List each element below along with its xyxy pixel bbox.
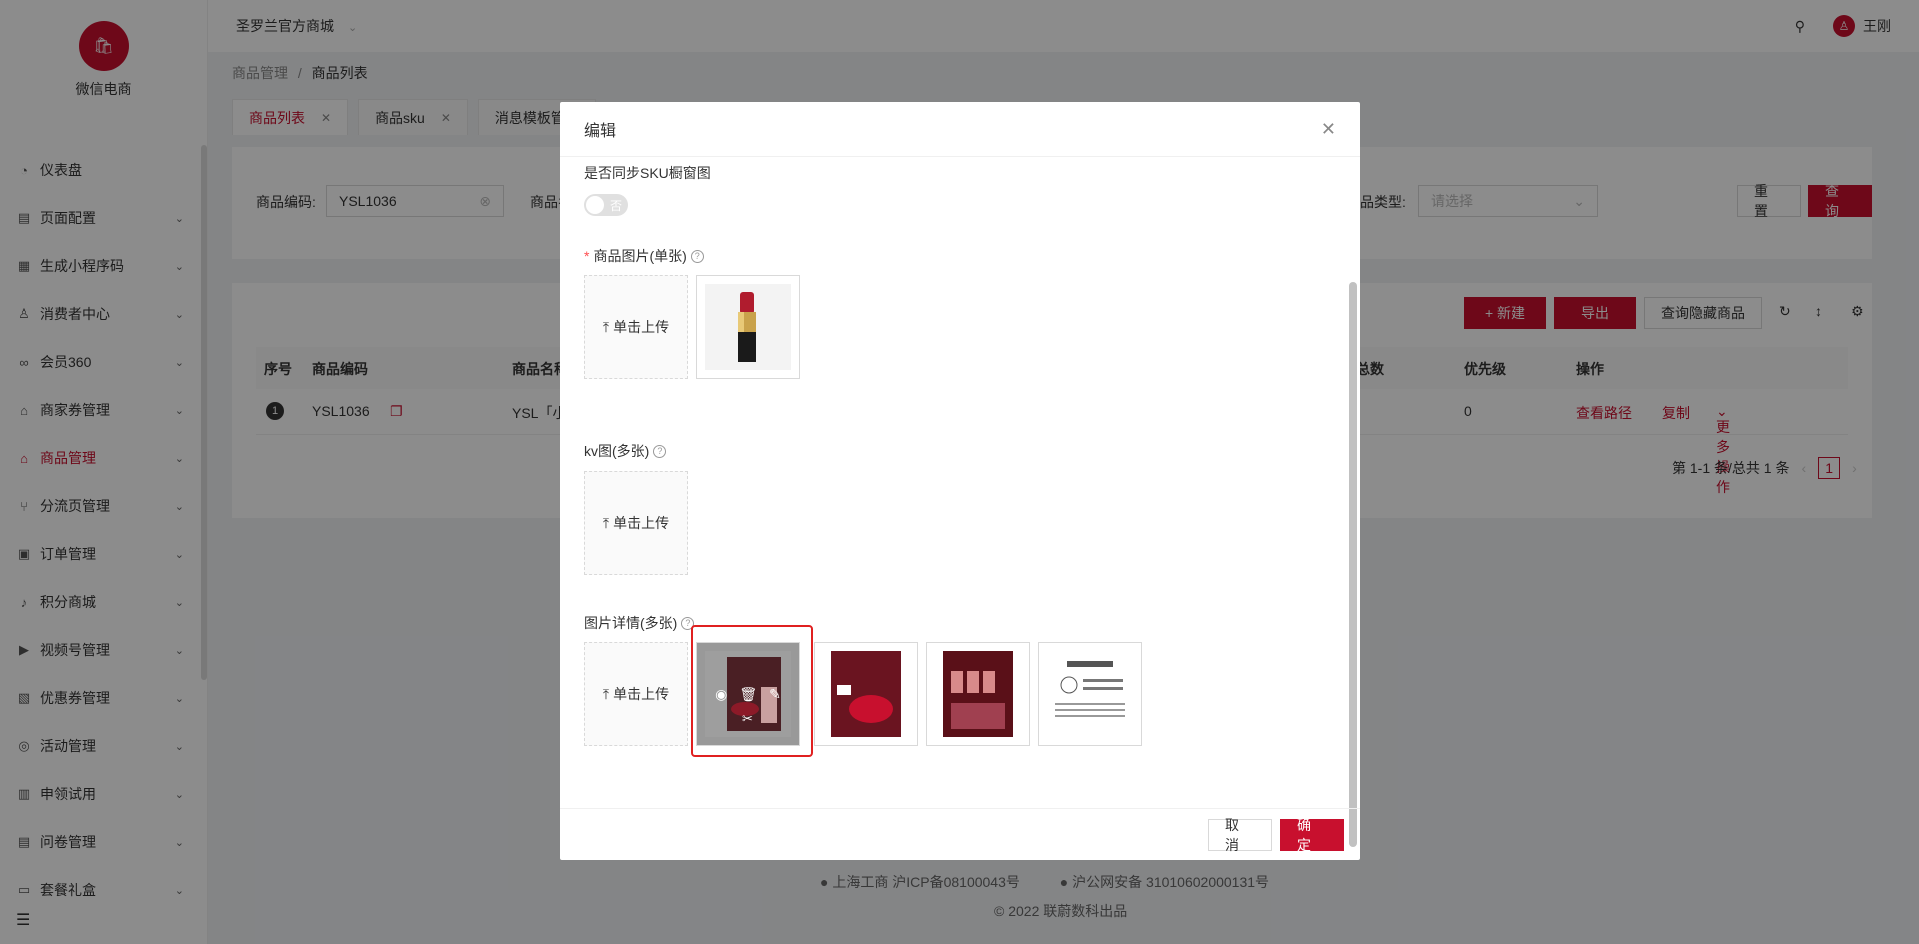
ok-button[interactable]: 确 定	[1280, 817, 1344, 853]
upload-icon: ⤒	[602, 318, 610, 335]
kv-label: kv图(多张)?	[584, 441, 667, 461]
sync-toggle[interactable]: 否	[584, 194, 628, 216]
modal-title: 编辑	[584, 123, 617, 140]
lipstick-image	[705, 284, 791, 370]
question-icon[interactable]: ?	[653, 444, 667, 458]
detail-image-3	[943, 651, 1013, 737]
upload-icon: ⤒	[602, 685, 610, 702]
upload-icon: ⤒	[602, 514, 610, 531]
main-image-thumb[interactable]	[696, 275, 800, 379]
modal-scrollbar[interactable]	[1349, 282, 1357, 847]
main-image-upload[interactable]: ⤒ 单击上传	[584, 275, 688, 379]
question-icon[interactable]: ?	[690, 249, 704, 263]
cancel-button[interactable]: 取 消	[1208, 817, 1272, 853]
detail-label: 图片详情(多张)?	[584, 613, 695, 633]
highlight-box	[691, 625, 813, 757]
kv-upload[interactable]: ⤒ 单击上传	[584, 471, 688, 575]
edit-modal: 编辑 ✕ 是否同步SKU橱窗图 否 * 商品图片(单张)? ⤒ 单击上传 kv图(多…	[560, 102, 1360, 860]
sync-label: 是否同步SKU橱窗图	[584, 165, 711, 181]
modal-header: 编辑 ✕	[560, 102, 1360, 157]
detail-image-thumb[interactable]	[1038, 642, 1142, 746]
detail-image-2	[831, 651, 901, 737]
main-image-label: * 商品图片(单张)?	[584, 246, 704, 266]
detail-image-4	[1047, 651, 1133, 737]
close-icon[interactable]: ✕	[1321, 119, 1336, 140]
modal-body: 是否同步SKU橱窗图 否 * 商品图片(单张)? ⤒ 单击上传 kv图(多张)? ⤒…	[560, 157, 1360, 807]
modal-footer: 取 消 确 定	[560, 808, 1360, 860]
detail-image-thumb[interactable]	[814, 642, 918, 746]
detail-upload[interactable]: ⤒ 单击上传	[584, 642, 688, 746]
detail-image-thumb[interactable]	[926, 642, 1030, 746]
